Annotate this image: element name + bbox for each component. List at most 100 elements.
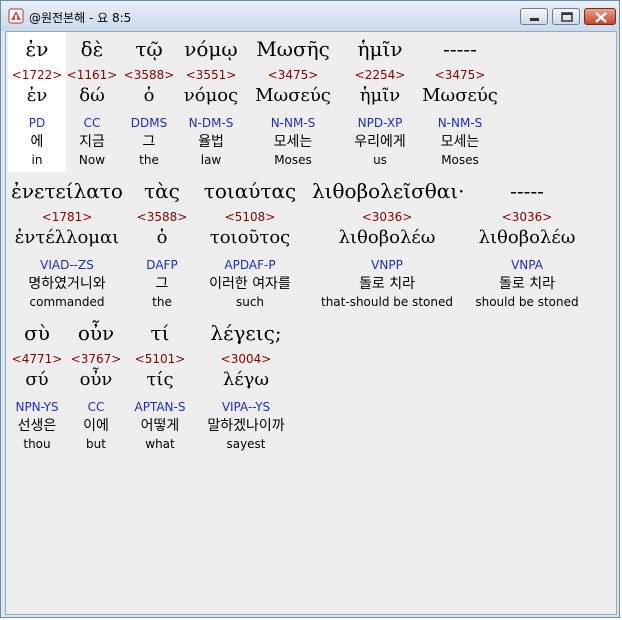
english-gloss: that-should be stoned (321, 295, 453, 309)
korean-gloss: 에 (30, 134, 44, 150)
greek-word: λέγεις; (210, 321, 282, 345)
greek-word: οὖν (77, 321, 115, 345)
greek-word: ----- (443, 37, 477, 61)
parsing-code: NPN-YS (15, 400, 59, 414)
interlinear-panel[interactable]: ἐν <1722> ἐν PD 에 in δὲ <1161> δώ CC 지금 … (5, 31, 617, 615)
english-gloss: us (373, 153, 387, 167)
korean-gloss: 모세는 (273, 134, 313, 150)
lemma: τοιοῦτος (209, 227, 291, 248)
greek-word: τὰς (144, 179, 180, 203)
greek-word: σὺ (24, 321, 50, 345)
lemma: ὁ (156, 227, 168, 248)
korean-gloss: 그 (142, 134, 156, 150)
english-gloss: such (235, 295, 265, 309)
greek-word: ἐνετείλατο (11, 179, 123, 203)
lemma: τίς (146, 369, 174, 390)
parsing-code: DAFP (146, 258, 178, 272)
parsing-code: CC (87, 400, 105, 414)
parsing-code: VIPA--YS (221, 400, 271, 414)
minimize-icon (530, 18, 539, 21)
english-gloss: commanded (29, 295, 105, 309)
strong-number[interactable]: <3475> (250, 68, 336, 82)
parsing-code: APTAN-S (134, 400, 186, 414)
lemma: λιθοβολέω (338, 227, 436, 248)
greek-word: νόμῳ (184, 37, 238, 61)
lemma: οὖν (79, 369, 113, 390)
strong-number[interactable]: <5101> (126, 352, 194, 366)
korean-gloss: 말하겠나이까 (207, 418, 285, 434)
english-gloss: sayest (226, 437, 266, 451)
english-gloss: Now (78, 153, 106, 167)
lemma: λέγω (222, 369, 270, 390)
parsing-code: N-NM-S (270, 116, 316, 130)
korean-gloss: 어떻게 (140, 418, 180, 434)
greek-word: Μωσῆς (256, 37, 330, 61)
strong-number[interactable]: <5108> (198, 210, 302, 224)
strong-number[interactable]: <3036> (312, 210, 462, 224)
lemma: σύ (25, 369, 49, 390)
korean-gloss: 모세는 (440, 134, 480, 150)
strong-number[interactable]: <3588> (122, 68, 176, 82)
parsing-code: CC (83, 116, 101, 130)
parsing-code: N-DM-S (188, 116, 234, 130)
strong-number[interactable]: <2254> (340, 68, 420, 82)
parsing-code: VNPP (371, 258, 403, 272)
strong-number[interactable]: <3767> (68, 352, 124, 366)
lemma: Μωσεύς (255, 85, 331, 106)
lemma: ἐντέλλομαι (14, 227, 120, 248)
english-gloss: Moses (274, 153, 312, 167)
korean-gloss: 율법 (198, 134, 224, 150)
lemma: ἡμῖν (359, 85, 401, 106)
english-gloss: the (152, 295, 172, 309)
strong-number[interactable]: <3551> (178, 68, 244, 82)
english-gloss: what (145, 437, 175, 451)
strong-number[interactable]: <1722> (8, 68, 66, 82)
english-gloss: law (200, 153, 222, 167)
minimize-button[interactable] (520, 8, 548, 25)
korean-gloss: 돌로 치라 (499, 276, 555, 292)
korean-gloss: 선생은 (17, 418, 57, 434)
title-bar[interactable]: @원전본해 - 요 8:5 (1, 1, 619, 31)
strong-number[interactable]: <3588> (132, 210, 192, 224)
korean-gloss: 이러한 여자를 (209, 276, 291, 292)
english-gloss: should be stoned (475, 295, 579, 309)
parsing-code: VIAD--ZS (40, 258, 94, 272)
window-title: @원전본해 - 요 8:5 (29, 11, 132, 25)
parsing-code: DDMS (130, 116, 168, 130)
korean-gloss: 지금 (79, 134, 105, 150)
greek-word: τί (150, 321, 170, 345)
parsing-code: VNPA (511, 258, 543, 272)
lemma: ὁ (143, 85, 155, 106)
greek-word: τῷ (135, 37, 163, 61)
lemma: λιθοβολέω (478, 227, 576, 248)
strong-number[interactable]: <1781> (8, 210, 126, 224)
strong-number[interactable]: <3036> (468, 210, 586, 224)
parsing-code: N-NM-S (437, 116, 483, 130)
english-gloss: but (86, 437, 106, 451)
strong-number[interactable]: <4771> (8, 352, 66, 366)
close-button[interactable] (584, 8, 616, 25)
english-gloss: in (31, 153, 43, 167)
korean-gloss: 돌로 치라 (359, 276, 415, 292)
english-gloss: thou (23, 437, 51, 451)
korean-gloss: 우리에게 (354, 134, 406, 150)
greek-word: δὲ (80, 37, 104, 61)
greek-word: λιθοβολεῖσθαι· (312, 179, 465, 203)
maximize-icon (561, 12, 573, 22)
greek-word: ἐν (25, 37, 49, 61)
greek-word: τοιαύτας (203, 179, 297, 203)
lemma: ἐν (26, 85, 48, 106)
lemma: νόμος (183, 85, 239, 106)
greek-word: ----- (510, 179, 544, 203)
strong-number[interactable]: <3004> (200, 352, 292, 366)
english-gloss: Moses (441, 153, 479, 167)
greek-word: ἡμῖν (357, 37, 403, 61)
strong-number[interactable]: <3475> (420, 68, 500, 82)
korean-gloss: 그 (155, 276, 169, 292)
parsing-code: PD (28, 116, 46, 130)
bible-app-icon[interactable] (8, 8, 24, 24)
lemma: δώ (79, 85, 105, 106)
strong-number[interactable]: <1161> (66, 68, 118, 82)
maximize-button[interactable] (552, 8, 580, 25)
parsing-code: APDAF-P (224, 258, 276, 272)
